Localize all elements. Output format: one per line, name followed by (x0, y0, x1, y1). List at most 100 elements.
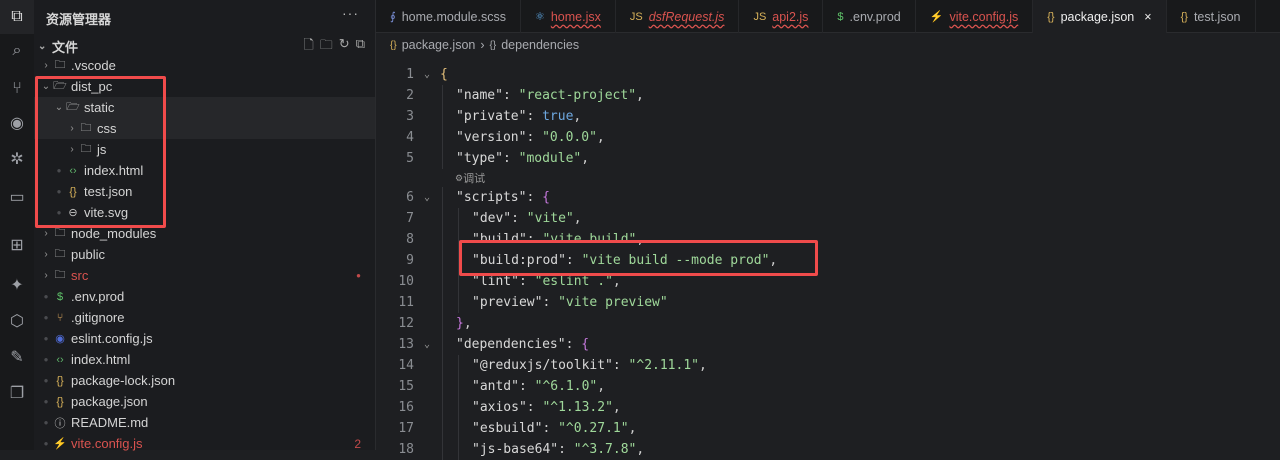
tree-item-label: css (97, 121, 117, 136)
indent-guide (458, 208, 459, 229)
tab-dsfrequest-js[interactable]: JS dsfRequest.js (616, 0, 740, 33)
code-text: { (440, 67, 448, 82)
line-number: 12 (398, 316, 414, 331)
chevron-right-icon: › (70, 123, 74, 134)
tree-item-label: index.html (71, 352, 131, 367)
tree-item[interactable]: › 🗀 node_modules (34, 223, 375, 244)
tab-home-jsx[interactable]: ⚛ home.jsx (521, 0, 616, 33)
tree-item[interactable]: › 🗀 src ● (34, 265, 375, 286)
tree-item[interactable]: ● {} package.json (34, 391, 375, 412)
tree-item[interactable]: ● {} package-lock.json (34, 370, 375, 391)
tree-item[interactable]: ● ‹› index.html (34, 349, 375, 370)
plugin-icon[interactable]: ✦ (0, 268, 34, 302)
html-icon: ‹› (56, 353, 64, 366)
tab-package-json[interactable]: {} package.json × (1033, 0, 1167, 33)
eye-icon[interactable]: ◉ (0, 106, 34, 140)
breadcrumb-symbol[interactable]: dependencies (501, 38, 579, 52)
json-icon: {} (390, 39, 397, 51)
tree-item[interactable]: › 🗀 js (34, 139, 375, 160)
code-line: 1 ⌄{ (376, 64, 1280, 85)
tab--env-prod[interactable]: $ .env.prod (823, 0, 916, 33)
tree-item[interactable]: ● ⓘ README.md (34, 412, 375, 433)
indent-guide (442, 127, 443, 148)
brush-icon[interactable]: ✎ (0, 340, 34, 374)
tab-label: .env.prod (849, 9, 901, 24)
tree-item[interactable]: ● ⚡ vite.config.js 2 (34, 433, 375, 454)
eslint-icon: ◉ (55, 333, 65, 345)
tab-label: package.json (1060, 9, 1135, 24)
tree-item[interactable]: ● ‹› index.html (34, 160, 375, 181)
token: , (573, 109, 582, 124)
fold-chevron-icon[interactable]: ⌄ (414, 192, 440, 203)
tree-item[interactable]: › 🗀 css (34, 118, 375, 139)
tab-api2-js[interactable]: JS api2.js (739, 0, 824, 33)
indent-guide (442, 250, 443, 271)
code-line: 5 "type": "module", (376, 148, 1280, 169)
chevron-down-icon: ⌄ (41, 81, 51, 92)
code-line: 11 "preview": "vite preview" (376, 292, 1280, 313)
code-line: 15 "antd": "^6.1.0", (376, 376, 1280, 397)
tree-item[interactable]: ● ⊖ vite.svg (34, 202, 375, 223)
token: { (581, 337, 590, 352)
token: : (518, 274, 535, 289)
explorer-icon[interactable]: ⧉ (0, 0, 34, 34)
token: , (769, 253, 778, 268)
section-header-files[interactable]: ⌄ 文件 (38, 36, 78, 56)
code-line: 2 "name": "react-project", (376, 85, 1280, 106)
tree-item-label: README.md (71, 415, 149, 430)
token: "scripts" (456, 190, 527, 205)
tree-item-label: .gitignore (71, 310, 125, 325)
copy-icon[interactable]: ❐ (0, 376, 34, 410)
remote-icon[interactable]: ▭ (0, 180, 34, 214)
tree-item[interactable]: ● {} test.json (34, 181, 375, 202)
tab-home-module-scss[interactable]: ∮ home.module.scss (376, 0, 521, 33)
file-type-icon: ∮ (390, 11, 396, 23)
chevron-right-icon: › (44, 60, 48, 71)
tree-item[interactable]: ⌄ 🗁 dist_pc (34, 76, 375, 97)
debug-icon[interactable]: ✲ (0, 142, 34, 176)
tree-item-label: static (84, 100, 115, 115)
env-icon: $ (56, 290, 64, 303)
token: "eslint ." (534, 274, 613, 289)
tab-test-json[interactable]: {} test.json (1167, 0, 1256, 33)
indent-guide (458, 271, 459, 292)
chevron-right-icon: › (44, 249, 48, 260)
codelens-debug[interactable]: ⚙ 调试 (376, 169, 1280, 187)
tab-vite-config-js[interactable]: ⚡ vite.config.js (916, 0, 1034, 33)
breadcrumb-file[interactable]: package.json (402, 38, 476, 52)
indent-guide (442, 229, 443, 250)
source-control-icon[interactable]: ⑂ (0, 72, 34, 106)
folder-open-icon: 🗁 (53, 80, 67, 92)
code-line: 9 "build:prod": "vite build --mode prod", (376, 250, 1280, 271)
indent-guide (458, 355, 459, 376)
fold-chevron-icon[interactable]: ⌄ (414, 339, 440, 350)
indent-guide (458, 418, 459, 439)
token: "axios" (472, 400, 527, 415)
indent-dot: ● (56, 166, 62, 175)
search-icon[interactable]: ⌕ (0, 34, 34, 68)
code-text: "scripts": { (440, 190, 550, 205)
code-line: 10 "lint": "eslint .", (376, 271, 1280, 292)
token: : (518, 379, 535, 394)
indent-dot: ● (43, 439, 49, 448)
tree-item[interactable]: ● ⑂ .gitignore (34, 307, 375, 328)
extensions-icon[interactable]: ⊞ (0, 228, 34, 262)
tree-item[interactable]: ● $ .env.prod (34, 286, 375, 307)
cube-icon[interactable]: ⬡ (0, 304, 34, 338)
tree-item[interactable]: › 🗀 .vscode (34, 55, 375, 76)
more-actions-button[interactable]: ··· (342, 5, 359, 21)
close-icon[interactable]: × (1144, 10, 1151, 24)
token: "dev" (472, 211, 512, 226)
code-text: "lint": "eslint .", (440, 274, 621, 289)
code-editor[interactable]: 1 ⌄{2 "name": "react-project", 3 "private": … (376, 64, 1280, 460)
token: "module" (518, 151, 582, 166)
tree-item-label: dist_pc (71, 79, 113, 94)
tree-item[interactable]: › 🗀 public (34, 244, 375, 265)
code-line: 17 "esbuild": "^0.27.1", (376, 418, 1280, 439)
fold-chevron-icon[interactable]: ⌄ (414, 69, 440, 80)
breadcrumb-separator: › (480, 38, 485, 52)
line-number: 1 (406, 67, 414, 82)
tree-item[interactable]: ⌄ 🗁 static (34, 97, 375, 118)
code-line: 14 "@reduxjs/toolkit": "^2.11.1", (376, 355, 1280, 376)
tree-item[interactable]: ● ◉ eslint.config.js (34, 328, 375, 349)
